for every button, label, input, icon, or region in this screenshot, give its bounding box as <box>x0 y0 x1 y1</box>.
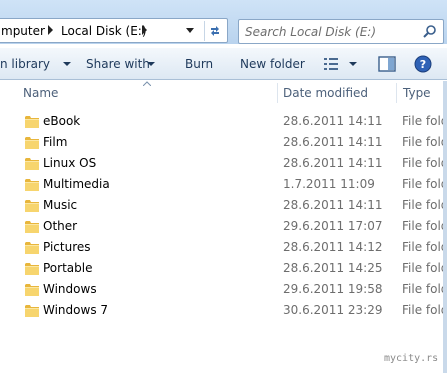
refresh-icon <box>211 26 219 36</box>
folder-icon <box>25 137 39 149</box>
folder-icon <box>25 179 39 191</box>
window-frame-edge <box>443 81 447 373</box>
file-date-modified: 30.6.2011 23:29 <box>283 303 383 317</box>
column-headers: Name Date modified Type <box>0 81 447 105</box>
folder-icon <box>25 200 39 212</box>
view-options-icon[interactable] <box>323 57 341 71</box>
command-bar: n library Share with Burn New folder ? <box>0 48 447 80</box>
column-divider[interactable] <box>277 83 278 103</box>
file-type: File fold <box>402 261 447 275</box>
file-row[interactable]: Other 29.6.2011 17:07 File fold <box>0 216 447 237</box>
breadcrumb-local-disk[interactable]: Local Disk (E:) <box>61 22 147 40</box>
file-name[interactable]: Linux OS <box>43 156 96 170</box>
folder-icon <box>25 221 39 233</box>
breadcrumb-separator-icon[interactable] <box>142 25 147 35</box>
folder-icon <box>25 263 39 275</box>
file-date-modified: 28.6.2011 14:11 <box>283 135 383 149</box>
column-header-type[interactable]: Type <box>403 86 431 100</box>
file-date-modified: 28.6.2011 14:12 <box>283 240 383 254</box>
file-date-modified: 28.6.2011 14:11 <box>283 198 383 212</box>
burn-button[interactable]: Burn <box>185 56 213 72</box>
share-dropdown-icon[interactable] <box>147 62 155 66</box>
file-name[interactable]: Music <box>43 198 77 212</box>
file-name[interactable]: Windows 7 <box>43 303 108 317</box>
file-type: File fold <box>402 219 447 233</box>
navigation-bar: mputer Local Disk (E:) <box>0 0 447 44</box>
file-row[interactable]: Multimedia 1.7.2011 11:09 File fold <box>0 174 447 195</box>
search-box[interactable] <box>238 19 444 44</box>
column-header-date-modified[interactable]: Date modified <box>283 86 368 100</box>
file-date-modified: 28.6.2011 14:11 <box>283 114 383 128</box>
folder-icon <box>25 305 39 317</box>
file-row[interactable]: Linux OS 28.6.2011 14:11 File fold <box>0 153 447 174</box>
file-name[interactable]: Multimedia <box>43 177 110 191</box>
file-type: File fold <box>402 114 447 128</box>
file-row[interactable]: Portable 28.6.2011 14:25 File fold <box>0 258 447 279</box>
file-date-modified: 29.6.2011 19:58 <box>283 282 383 296</box>
svg-text:?: ? <box>420 58 426 71</box>
file-name[interactable]: Pictures <box>43 240 91 254</box>
folder-icon <box>25 158 39 170</box>
share-with-button[interactable]: Share with <box>86 56 150 72</box>
column-divider[interactable] <box>396 83 397 103</box>
file-type: File fold <box>402 282 447 296</box>
preview-pane-icon[interactable] <box>378 56 396 72</box>
file-row[interactable]: Windows 7 30.6.2011 23:29 File fold <box>0 300 447 321</box>
search-input[interactable] <box>245 23 415 41</box>
file-row[interactable]: Music 28.6.2011 14:11 File fold <box>0 195 447 216</box>
file-row[interactable]: Windows 29.6.2011 19:58 File fold <box>0 279 447 300</box>
address-history-dropdown-icon[interactable] <box>186 28 194 33</box>
watermark: mycity.rs <box>384 353 439 364</box>
file-type: File fold <box>402 156 447 170</box>
folder-icon <box>25 116 39 128</box>
file-name[interactable]: Portable <box>43 261 92 275</box>
explorer-window: mputer Local Disk (E:) n library Share w… <box>0 0 447 373</box>
file-name[interactable]: eBook <box>43 114 80 128</box>
file-date-modified: 1.7.2011 11:09 <box>283 177 375 191</box>
breadcrumb-separator-icon[interactable] <box>48 25 53 35</box>
file-date-modified: 28.6.2011 14:25 <box>283 261 383 275</box>
view-dropdown-icon[interactable] <box>349 62 357 66</box>
file-date-modified: 28.6.2011 14:11 <box>283 156 383 170</box>
file-name[interactable]: Other <box>43 219 77 233</box>
file-row[interactable]: eBook 28.6.2011 14:11 File fold <box>0 111 447 132</box>
folder-icon <box>25 284 39 296</box>
include-in-library-button[interactable]: n library <box>0 56 50 72</box>
file-row[interactable]: Pictures 28.6.2011 14:12 File fold <box>0 237 447 258</box>
column-header-name[interactable]: Name <box>23 86 58 100</box>
file-type: File fold <box>402 177 447 191</box>
file-name[interactable]: Windows <box>43 282 97 296</box>
file-date-modified: 29.6.2011 17:07 <box>283 219 383 233</box>
file-row[interactable]: Film 28.6.2011 14:11 File fold <box>0 132 447 153</box>
new-folder-button[interactable]: New folder <box>240 56 305 72</box>
file-type: File fold <box>402 198 447 212</box>
file-type: File fold <box>402 240 447 254</box>
file-type: File fold <box>402 303 447 317</box>
sort-ascending-icon <box>143 81 151 86</box>
help-icon[interactable]: ? <box>414 55 432 73</box>
search-icon[interactable] <box>422 24 438 40</box>
file-name[interactable]: Film <box>43 135 67 149</box>
include-dropdown-icon[interactable] <box>63 62 71 66</box>
refresh-button[interactable] <box>204 21 224 41</box>
breadcrumb-computer[interactable]: mputer <box>1 22 45 40</box>
file-type: File fold <box>402 135 447 149</box>
folder-icon <box>25 242 39 254</box>
address-bar[interactable]: mputer Local Disk (E:) <box>0 18 228 43</box>
